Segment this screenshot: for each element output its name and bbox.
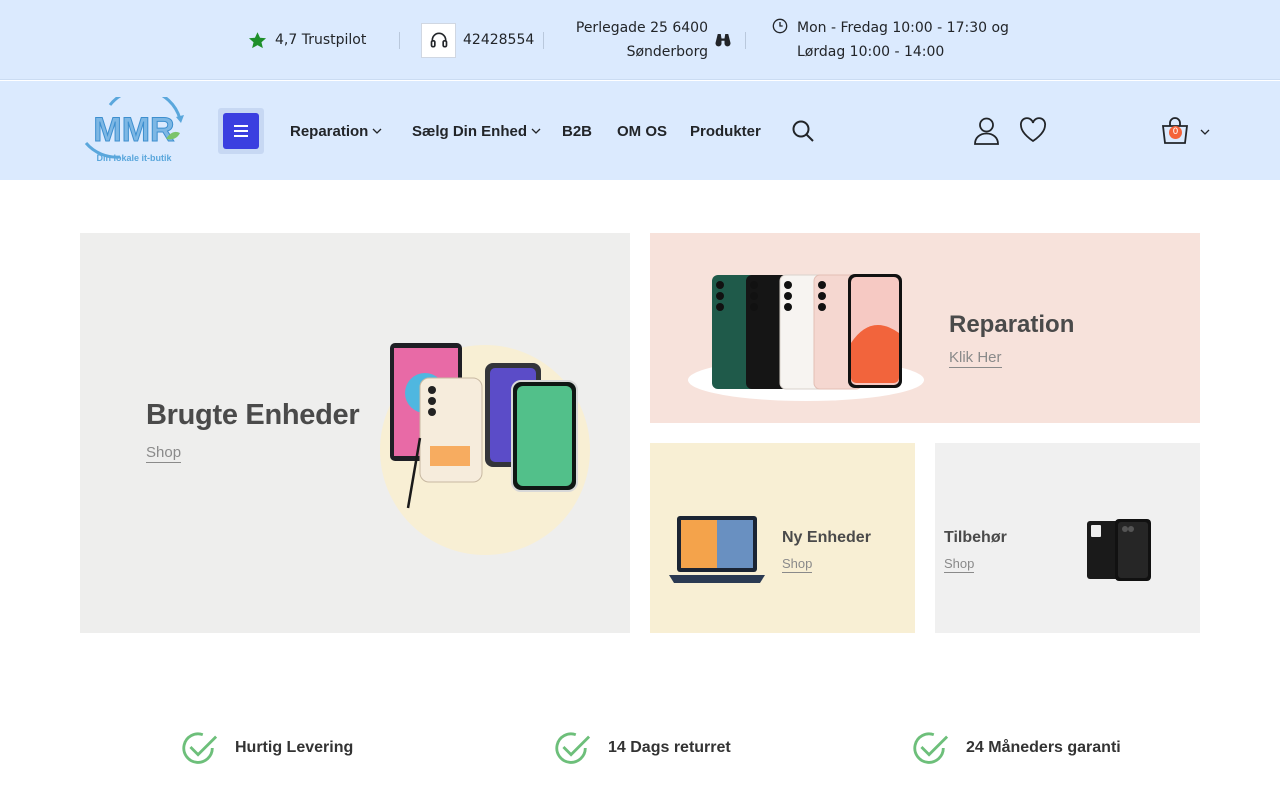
nav-item-b2b[interactable]: B2B — [562, 119, 592, 143]
address-line-2: Sønderborg — [626, 44, 708, 60]
hours-line-2: Lørdag 10:00 - 14:00 — [797, 44, 945, 60]
banner-title: Ny Enheder — [782, 529, 871, 546]
feature-return-policy: 14 Dags returret — [553, 728, 731, 768]
phones-image — [688, 274, 924, 401]
nav-item-saelg-din-enhed[interactable]: Sælg Din Enhed — [412, 119, 541, 143]
chevron-down-icon — [1200, 129, 1210, 135]
nav-label: B2B — [562, 122, 593, 140]
headset-icon — [421, 22, 456, 58]
phone-number: 42428554 — [463, 32, 535, 48]
user-icon[interactable] — [973, 117, 1000, 145]
main-header: MMR Din lokale it-butik Reparation Sælg … — [0, 81, 1280, 180]
hamburger-menu-icon — [234, 125, 248, 137]
nav-label: Reparation — [290, 122, 369, 140]
check-circle-icon — [913, 732, 949, 764]
banner-shop-link[interactable]: Shop — [782, 556, 813, 573]
banner-accessories[interactable]: Tilbehør Shop — [935, 443, 1200, 633]
check-circle-icon — [555, 732, 591, 764]
nav-label: Produkter — [690, 122, 761, 140]
banner-new-devices[interactable]: Ny Enheder Shop — [650, 443, 915, 633]
logo-tagline: Din lokale it-butik — [96, 153, 172, 163]
laptop-image — [669, 516, 765, 583]
feature-warranty: 24 Måneders garanti — [911, 728, 1121, 768]
divider — [745, 32, 746, 49]
cart-button[interactable]: 0 — [1160, 117, 1214, 147]
feature-label: 24 Måneders garanti — [966, 739, 1121, 756]
feature-label: 14 Dags returret — [608, 739, 731, 756]
chevron-down-icon — [531, 128, 541, 134]
binoculars-icon — [715, 34, 731, 47]
banner-title: Reparation — [949, 311, 1075, 338]
phone-contact[interactable]: 42428554 — [421, 22, 534, 58]
opening-hours: Mon - Fredag 10:00 - 17:30 og Lørdag 10:… — [772, 16, 1009, 64]
logo[interactable]: MMR Din lokale it-butik — [80, 97, 188, 165]
cart-count-badge: 0 — [1169, 126, 1182, 139]
feature-label: Hurtig Levering — [235, 739, 354, 756]
used-devices-image — [380, 343, 590, 555]
nav-label: OM OS — [617, 122, 668, 140]
trustpilot-rating[interactable]: 4,7 Trustpilot — [248, 30, 366, 50]
banner-title: Brugte Enheder — [146, 399, 360, 431]
trustpilot-text: 4,7 Trustpilot — [275, 32, 367, 48]
clock-icon — [772, 18, 788, 34]
banner-shop-link[interactable]: Shop — [944, 556, 975, 573]
feature-fast-delivery: Hurtig Levering — [180, 728, 353, 768]
phone-case-image — [1087, 519, 1151, 581]
banner-title: Tilbehør — [944, 529, 1007, 546]
address-line-1: Perlegade 25 6400 — [575, 20, 708, 36]
star-icon — [248, 31, 267, 48]
search-icon[interactable] — [791, 119, 815, 143]
menu-toggle-wrapper — [218, 108, 264, 154]
banner-shop-link[interactable]: Shop — [146, 444, 182, 463]
store-address[interactable]: Perlegade 25 6400 Sønderborg — [560, 16, 740, 64]
hours-line-1: Mon - Fredag 10:00 - 17:30 og — [797, 20, 1009, 36]
check-circle-icon — [182, 732, 218, 764]
top-info-bar: 4,7 Trustpilot 42428554 Perlegade 25 640… — [0, 0, 1280, 80]
nav-item-produkter[interactable]: Produkter — [690, 119, 761, 143]
logo-text: MMR — [93, 111, 174, 149]
chevron-down-icon — [372, 128, 382, 134]
divider — [399, 32, 400, 49]
hamburger-menu-button[interactable] — [223, 113, 259, 149]
banner-repair[interactable]: Reparation Klik Her — [650, 233, 1200, 423]
divider — [543, 32, 544, 49]
nav-item-reparation[interactable]: Reparation — [290, 119, 382, 143]
nav-item-om-os[interactable]: OM OS — [617, 119, 667, 143]
banner-click-link[interactable]: Klik Her — [949, 349, 1002, 368]
banner-used-devices[interactable]: Brugte Enheder Shop — [80, 233, 630, 633]
heart-icon[interactable] — [1019, 117, 1047, 143]
nav-label: Sælg Din Enhed — [412, 122, 528, 140]
